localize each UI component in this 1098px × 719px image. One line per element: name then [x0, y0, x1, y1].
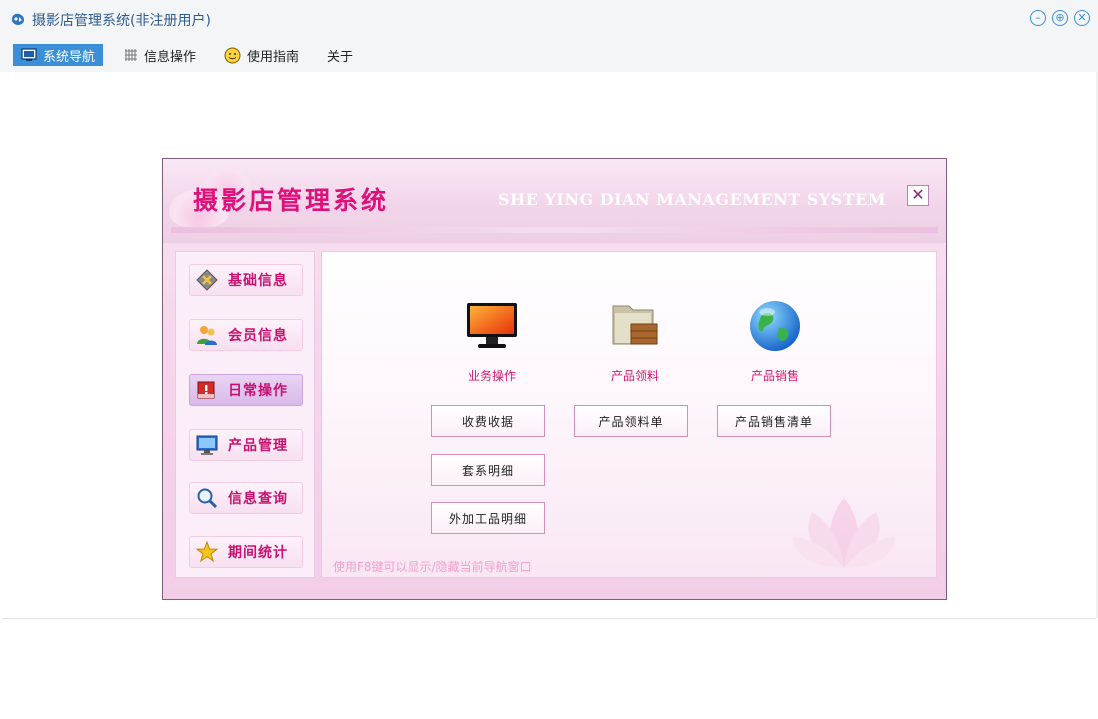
monitor-icon [467, 303, 517, 348]
menu-bar: 系统导航 信息操作 使用指南 关于 [0, 38, 1098, 72]
folder-box-icon [612, 305, 658, 345]
product-sales-list-button[interactable]: 产品销售清单 [717, 405, 831, 437]
sidebar-item-daily-ops[interactable]: 日常操作 [189, 374, 303, 406]
dialog-title: 摄影店管理系统 [193, 186, 390, 215]
magnifier-icon [196, 487, 218, 509]
header-stripe [171, 227, 938, 233]
tools-diamond-icon [196, 269, 218, 291]
restore-icon[interactable]: ⊕ [1052, 10, 1068, 26]
feature-product-pick[interactable] [585, 300, 685, 356]
dialog-close-button[interactable]: ✕ [907, 185, 929, 206]
nav-dialog: 摄影店管理系统 SHE YING DIAN MANAGEMENT SYSTEM … [162, 158, 947, 600]
feature-label: 产品领料 [610, 369, 659, 383]
sidebar-item-label: 期间统计 [228, 545, 288, 561]
menu-item-info-ops[interactable]: 信息操作 [124, 44, 196, 66]
menu-label: 信息操作 [144, 49, 197, 65]
window-title: 摄影店管理系统(非注册用户) [32, 13, 211, 29]
feature-label: 业务操作 [467, 369, 516, 383]
app-logo-icon [12, 13, 24, 25]
grid-icon [125, 49, 137, 61]
smiley-icon [224, 47, 241, 63]
package-detail-button[interactable]: 套系明细 [431, 454, 545, 486]
title-bar: 摄影店管理系统(非注册用户) – ⊕ ✕ [0, 0, 1098, 38]
sidebar-item-info-query[interactable]: 信息查询 [189, 482, 303, 514]
menu-label: 使用指南 [247, 49, 300, 65]
minimize-icon[interactable]: – [1030, 10, 1046, 26]
menu-item-user-guide[interactable]: 使用指南 [224, 44, 299, 66]
sidebar-item-label: 会员信息 [228, 328, 288, 344]
sidebar-item-label: 信息查询 [228, 491, 288, 507]
menu-item-about[interactable]: 关于 [327, 44, 353, 66]
product-pick-list-button[interactable]: 产品领料单 [574, 405, 688, 437]
menu-item-system-nav[interactable]: 系统导航 [13, 44, 104, 66]
monitor-icon [21, 48, 37, 61]
sidebar-item-member-info[interactable]: 会员信息 [189, 319, 303, 351]
sidebar-item-label: 日常操作 [228, 383, 288, 399]
sidebar-item-period-stats[interactable]: 期间统计 [189, 536, 303, 568]
feature-label: 产品销售 [750, 369, 799, 383]
users-icon [196, 324, 218, 346]
feature-business-ops[interactable] [442, 300, 542, 356]
monitor-icon [196, 434, 218, 456]
dialog-main-panel: 业务操作 产品领料 产品销售 收费收据 产品领料单 产品销售清单 套系明细 外加… [321, 251, 937, 578]
dialog-sidebar: 基础信息 会员信息 日常操作 产品管理 信息查询 期间统计 [175, 251, 315, 578]
star-icon [196, 541, 218, 563]
sidebar-item-product-mgmt[interactable]: 产品管理 [189, 429, 303, 461]
dialog-subtitle: SHE YING DIAN MANAGEMENT SYSTEM [498, 190, 887, 209]
feature-product-sales[interactable] [725, 298, 825, 358]
menu-label: 系统导航 [43, 49, 96, 65]
globe-icon [750, 301, 800, 351]
sidebar-item-label: 产品管理 [228, 438, 288, 454]
dialog-header: 摄影店管理系统 SHE YING DIAN MANAGEMENT SYSTEM … [163, 159, 946, 243]
receipt-button[interactable]: 收费收据 [431, 405, 545, 437]
lotus-decoration [793, 498, 895, 568]
menu-label: 关于 [327, 49, 354, 65]
close-icon[interactable]: ✕ [1074, 10, 1090, 26]
f8-hint-text: 使用F8键可以显示/隐藏当前导航窗口 [333, 560, 532, 574]
alert-calendar-icon [196, 379, 218, 401]
outsourced-detail-button[interactable]: 外加工品明细 [431, 502, 545, 534]
sidebar-item-label: 基础信息 [228, 273, 288, 289]
sidebar-item-basic-info[interactable]: 基础信息 [189, 264, 303, 296]
